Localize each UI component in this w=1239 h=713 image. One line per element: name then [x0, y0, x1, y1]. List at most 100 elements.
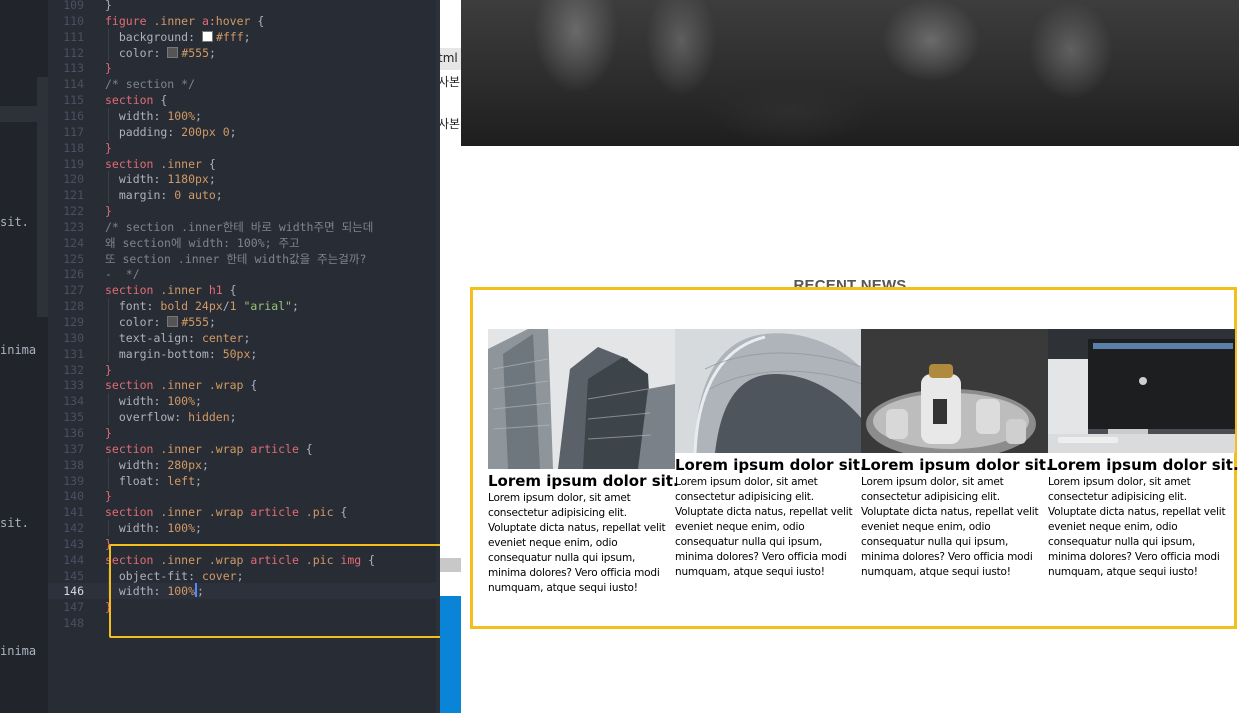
code-line[interactable]: 142 width: 100%;	[48, 520, 440, 537]
line-number: 142	[63, 521, 84, 536]
panel-selection	[0, 106, 37, 122]
code-text[interactable]: 또 section .inner 한테 width값을 주는걸까?	[105, 251, 366, 267]
code-text[interactable]: float: left;	[105, 473, 202, 489]
code-text[interactable]: figure .inner a:hover {	[105, 13, 264, 29]
code-line[interactable]: 110 figure .inner a:hover {	[48, 13, 440, 29]
article-image[interactable]	[675, 329, 862, 453]
article-title[interactable]: Lorem ipsum dolor sit.	[488, 472, 679, 490]
line-number: 145	[63, 568, 84, 583]
line-number: 132	[63, 362, 84, 377]
code-text[interactable]: background: #fff;	[105, 29, 251, 45]
code-text[interactable]: }	[105, 60, 112, 76]
code-line[interactable]: 136}	[48, 425, 440, 441]
panel-scrollbar[interactable]	[37, 77, 48, 317]
code-text[interactable]: }	[105, 362, 112, 378]
line-number: 140	[63, 489, 84, 504]
code-line[interactable]: 116 width: 100%;	[48, 107, 440, 124]
code-line[interactable]: 137 section .inner .wrap article {	[48, 441, 440, 457]
code-text[interactable]: margin-bottom: 50px;	[105, 346, 258, 362]
code-line[interactable]: 120 width: 1180px;	[48, 171, 440, 188]
article-image[interactable]	[488, 329, 675, 469]
code-editor[interactable]: 109} 110 figure .inner a:hover {111 backgr…	[48, 0, 440, 713]
hero-image	[461, 0, 1239, 146]
code-line[interactable]: 112 color: #555;	[48, 44, 440, 61]
article-title[interactable]: Lorem ipsum dolor sit.	[675, 456, 866, 474]
line-number: 138	[63, 457, 84, 472]
color-swatch	[167, 46, 179, 58]
code-text[interactable]: width: 100%;	[105, 520, 202, 536]
code-line[interactable]: 127 section .inner h1 {	[48, 282, 440, 298]
code-text[interactable]: }	[105, 425, 112, 441]
code-text[interactable]: color: #555;	[105, 314, 216, 330]
code-line[interactable]: 122}	[48, 203, 440, 219]
code-line[interactable]: 139 float: left;	[48, 472, 440, 489]
code-text[interactable]: overflow: hidden;	[105, 409, 237, 425]
code-text[interactable]: width: 100%;	[105, 393, 202, 409]
code-text[interactable]: }	[105, 0, 112, 13]
code-line[interactable]: 133 section .inner .wrap {	[48, 377, 440, 393]
code-text[interactable]: text-align: center;	[105, 330, 251, 346]
code-line[interactable]: 119 section .inner {	[48, 156, 440, 172]
line-number: 148	[63, 616, 84, 631]
code-text[interactable]: 왜 section에 width: 100%; 주고	[105, 235, 300, 251]
article-image[interactable]	[861, 329, 1048, 453]
code-line[interactable]: 124 왜 section에 width: 100%; 주고	[48, 235, 440, 251]
line-number: 126	[63, 267, 84, 282]
file-label[interactable]: 사본	[440, 115, 460, 132]
panel-text-fragment: sit.	[0, 215, 29, 229]
code-line[interactable]: 109}	[48, 0, 440, 13]
code-text[interactable]: section .inner h1 {	[105, 282, 237, 298]
article-title[interactable]: Lorem ipsum dolor sit.	[1048, 456, 1239, 474]
code-line[interactable]: 115 section {	[48, 92, 440, 108]
code-line[interactable]: 123 /* section .inner한테 바로 width주면 되는데	[48, 219, 440, 235]
code-line[interactable]: 118}	[48, 140, 440, 156]
code-text[interactable]: }	[105, 488, 112, 504]
code-text[interactable]: width: 280px;	[105, 457, 209, 473]
code-line[interactable]: 113}	[48, 60, 440, 76]
article-image[interactable]	[1048, 329, 1235, 453]
code-text[interactable]: section {	[105, 92, 167, 108]
line-number: 135	[63, 410, 84, 425]
code-line[interactable]: 129 color: #555;	[48, 314, 440, 330]
code-text[interactable]: section .inner .wrap article {	[105, 441, 313, 457]
code-text[interactable]: section .inner {	[105, 156, 216, 172]
code-line[interactable]: 140}	[48, 488, 440, 504]
code-line[interactable]: 126 - */	[48, 266, 440, 282]
code-line[interactable]: 125 또 section .inner 한테 width값을 주는걸까?	[48, 251, 440, 267]
code-text[interactable]: section .inner .wrap {	[105, 377, 257, 393]
code-line[interactable]: 130 text-align: center;	[48, 329, 440, 346]
code-text[interactable]: margin: 0 auto;	[105, 187, 223, 203]
line-number: 117	[63, 124, 84, 139]
code-line[interactable]: 135 overflow: hidden;	[48, 409, 440, 426]
code-text[interactable]: color: #555;	[105, 45, 216, 61]
code-text[interactable]: width: 100%;	[105, 108, 202, 124]
code-text[interactable]: padding: 200px 0;	[105, 124, 237, 140]
code-line[interactable]: 121 margin: 0 auto;	[48, 187, 440, 204]
file-label[interactable]: 사본	[440, 73, 460, 90]
code-line[interactable]: 141 section .inner .wrap article .pic {	[48, 504, 440, 520]
code-text[interactable]: }	[105, 203, 112, 219]
code-text[interactable]: section .inner .wrap article .pic {	[105, 504, 347, 520]
code-text[interactable]: /* section */	[105, 76, 195, 92]
code-line[interactable]: 138 width: 280px;	[48, 456, 440, 473]
line-number: 131	[63, 346, 84, 361]
article-title[interactable]: Lorem ipsum dolor sit.	[861, 456, 1052, 474]
code-line[interactable]: 131 margin-bottom: 50px;	[48, 345, 440, 362]
line-number: 123	[63, 219, 84, 234]
code-text[interactable]: width: 1180px;	[105, 171, 216, 187]
line-number: 111	[63, 29, 84, 44]
code-text[interactable]: - */	[105, 266, 140, 282]
code-text[interactable]: /* section .inner한테 바로 width주면 되는데	[105, 219, 373, 235]
code-line[interactable]: 128 font: bold 24px/1 "arial";	[48, 298, 440, 315]
file-label[interactable]: tml	[440, 51, 458, 65]
line-number: 136	[63, 425, 84, 440]
code-line[interactable]: 134 width: 100%;	[48, 393, 440, 410]
code-text[interactable]: }	[105, 140, 112, 156]
code-line[interactable]: 117 padding: 200px 0;	[48, 123, 440, 140]
line-number: 121	[63, 188, 84, 203]
code-line[interactable]: 132}	[48, 362, 440, 378]
code-line[interactable]: 114 /* section */	[48, 76, 440, 92]
code-text[interactable]: font: bold 24px/1 "arial";	[105, 298, 299, 314]
code-line[interactable]: 111 background: #fff;	[48, 28, 440, 45]
taskbar-segment	[440, 596, 461, 713]
